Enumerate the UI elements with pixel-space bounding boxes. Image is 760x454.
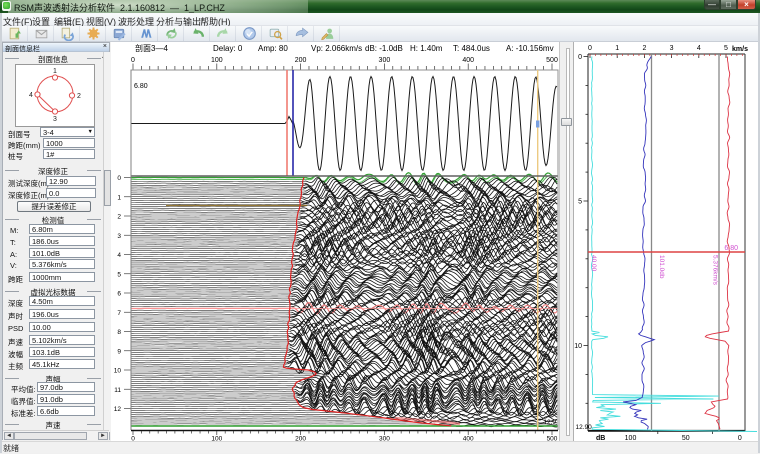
svg-text:6.80: 6.80	[724, 245, 738, 252]
svg-text:5: 5	[578, 199, 582, 206]
svg-text:1: 1	[615, 45, 619, 52]
svg-text:Delay: 0: Delay: 0	[213, 44, 243, 53]
svg-text:T: 484.0us: T: 484.0us	[453, 44, 490, 53]
svg-text:0: 0	[588, 45, 592, 52]
svg-text:H: 1.40m: H: 1.40m	[410, 44, 443, 53]
svg-text:1: 1	[117, 194, 121, 201]
svg-text:6.80: 6.80	[134, 83, 148, 90]
svg-text:7: 7	[117, 310, 121, 317]
svg-text:3: 3	[117, 233, 121, 240]
svg-text:1: 1	[53, 68, 57, 75]
svg-text:11: 11	[114, 387, 121, 394]
svg-text:2: 2	[117, 214, 121, 221]
svg-text:40.00: 40.00	[590, 255, 597, 272]
svg-text:101.0db: 101.0db	[658, 255, 665, 279]
svg-text:400: 400	[462, 57, 474, 64]
svg-text:4: 4	[697, 45, 701, 52]
svg-text:50: 50	[682, 435, 690, 440]
svg-text:0: 0	[578, 54, 582, 61]
svg-text:5: 5	[724, 45, 728, 52]
svg-text:100: 100	[625, 435, 637, 440]
svg-text:Amp: 80: Amp: 80	[258, 44, 288, 53]
svg-text:200: 200	[295, 57, 307, 64]
svg-text:3: 3	[53, 116, 57, 123]
svg-text:dB: dB	[596, 435, 605, 440]
svg-text:0: 0	[131, 57, 135, 64]
svg-text:4: 4	[117, 252, 121, 259]
svg-text:0: 0	[738, 435, 742, 440]
svg-text:2: 2	[77, 93, 81, 100]
svg-text:12.9: 12.9	[543, 419, 556, 426]
svg-text:dB: -1.0dB: dB: -1.0dB	[365, 44, 403, 53]
svg-text:A: -10.156mv: A: -10.156mv	[506, 44, 554, 53]
svg-text:4: 4	[29, 92, 33, 99]
svg-text:500: 500	[546, 57, 558, 64]
svg-text:12: 12	[114, 406, 122, 413]
svg-text:剖面3—4: 剖面3—4	[135, 43, 168, 53]
svg-text:10: 10	[574, 343, 582, 350]
svg-text:5.376km/s: 5.376km/s	[712, 255, 719, 286]
svg-text:2: 2	[642, 45, 646, 52]
svg-text:8: 8	[117, 329, 121, 336]
svg-text:Vp: 2.066km/s: Vp: 2.066km/s	[311, 44, 362, 53]
svg-text:10: 10	[114, 368, 122, 375]
svg-text:0: 0	[117, 175, 121, 182]
svg-text:300: 300	[379, 57, 391, 64]
svg-text:km/s: km/s	[732, 46, 748, 53]
svg-text:6: 6	[117, 291, 121, 298]
svg-text:9: 9	[117, 348, 121, 355]
svg-text:100: 100	[211, 57, 223, 64]
svg-text:3: 3	[670, 45, 674, 52]
svg-text:5: 5	[117, 271, 121, 278]
